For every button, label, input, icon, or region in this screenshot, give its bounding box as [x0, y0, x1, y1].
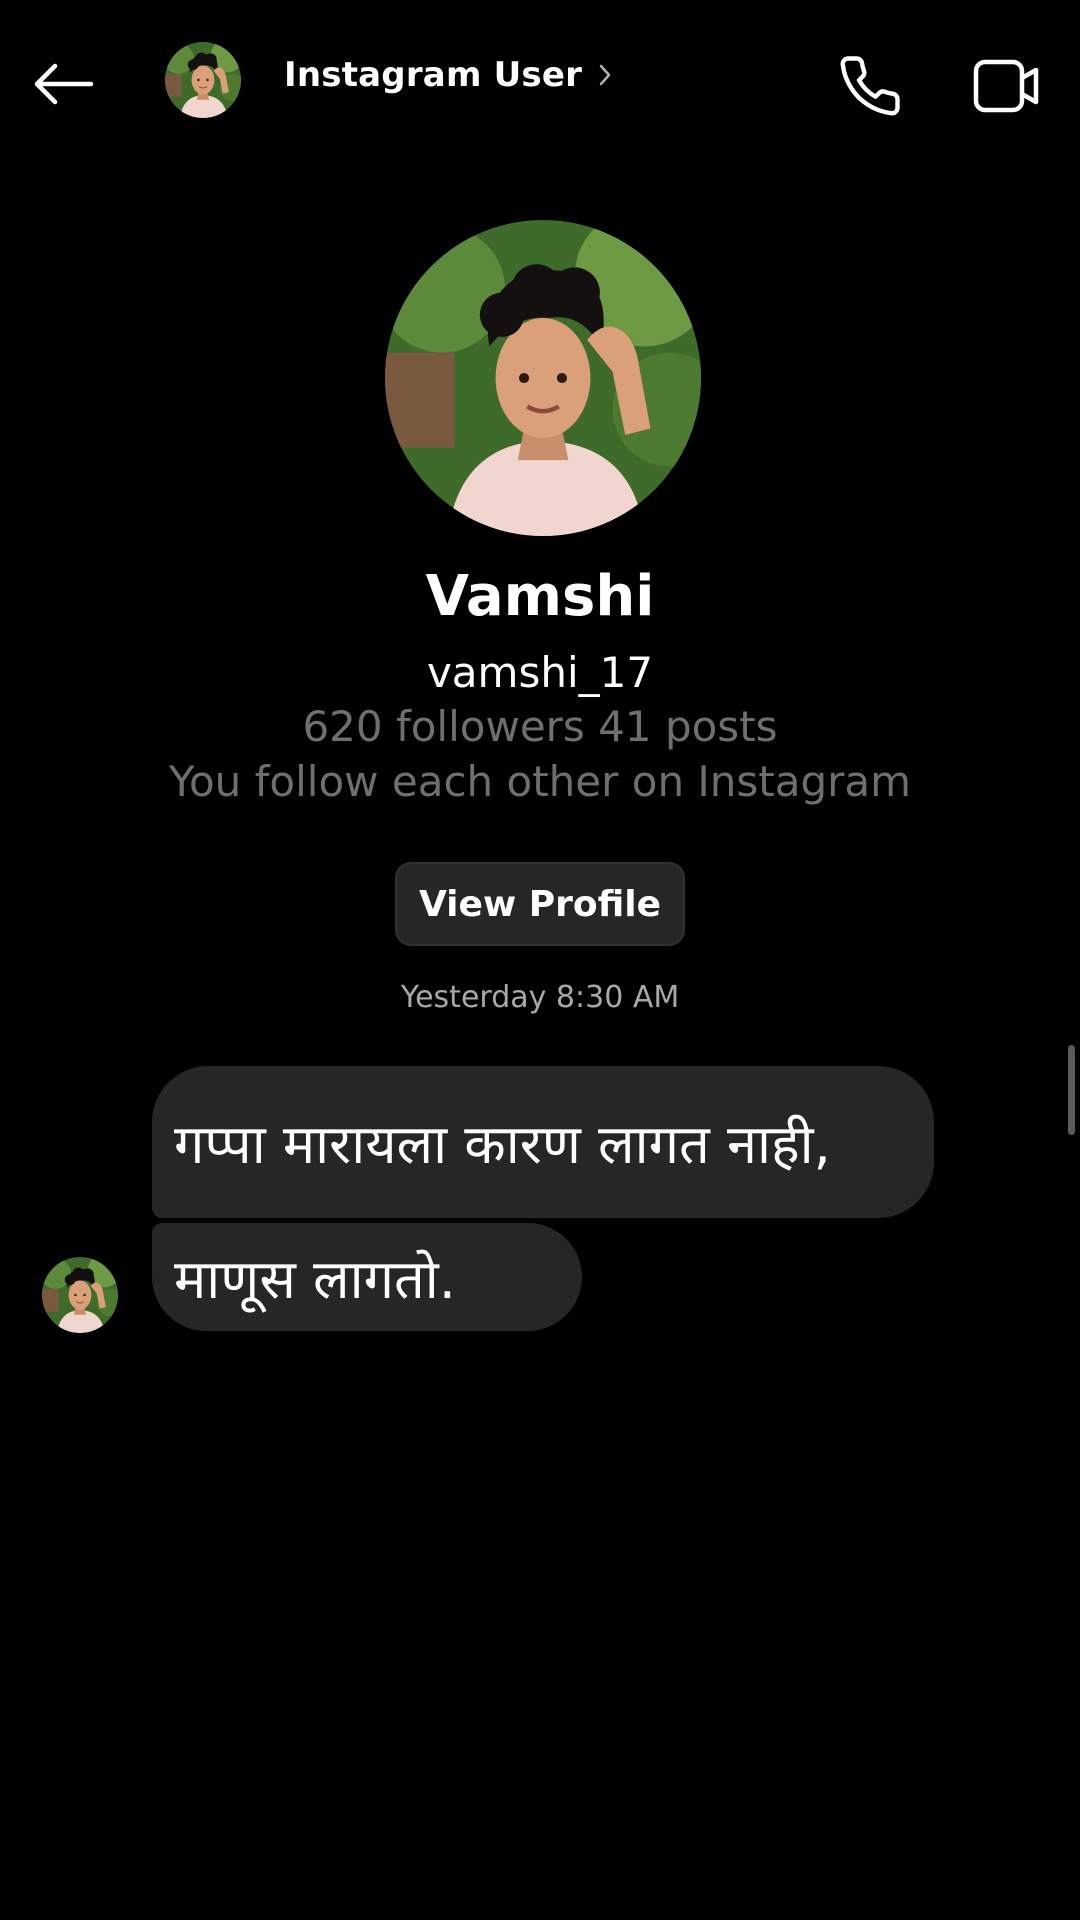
message-bubble[interactable]: माणूस लागतो.: [152, 1223, 582, 1331]
sender-avatar[interactable]: [42, 1257, 118, 1333]
profile-stats: 620 followers 41 posts: [302, 702, 778, 751]
message-timestamp: Yesterday 8:30 AM: [400, 980, 680, 1015]
call-button[interactable]: [830, 46, 910, 126]
phone-icon: [840, 56, 900, 116]
back-button[interactable]: [28, 52, 98, 116]
header-avatar[interactable]: [165, 42, 241, 118]
scrollbar-thumb[interactable]: [1068, 1045, 1075, 1135]
message-bubble[interactable]: गप्पा मारायला कारण लागत नाही,: [152, 1066, 934, 1218]
header-title: Instagram User: [284, 55, 583, 95]
message-text: गप्पा मारायला कारण लागत नाही,: [174, 1113, 831, 1176]
header-title-button[interactable]: Instagram User: [284, 50, 612, 100]
video-camera-icon: [973, 59, 1039, 113]
profile-username: vamshi_17: [426, 648, 654, 697]
view-profile-button[interactable]: View Profile: [395, 862, 685, 946]
arrow-left-icon: [34, 63, 94, 105]
profile-name: Vamshi: [425, 564, 655, 629]
view-profile-label: View Profile: [418, 883, 662, 925]
message-text: माणूस लागतो.: [174, 1248, 456, 1311]
video-call-button[interactable]: [962, 46, 1052, 126]
chat-header: Instagram User: [0, 0, 1080, 170]
mutual-follow-note: You follow each other on Instagram: [168, 757, 912, 806]
chevron-right-icon: [598, 63, 612, 87]
profile-photo[interactable]: [385, 220, 701, 536]
